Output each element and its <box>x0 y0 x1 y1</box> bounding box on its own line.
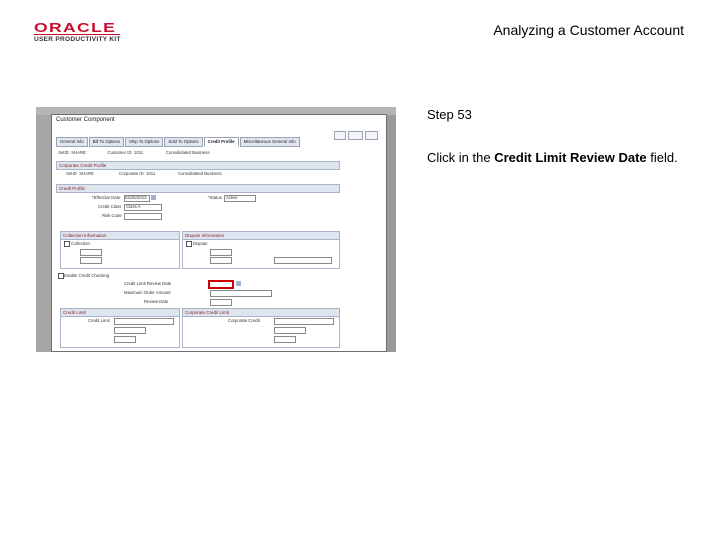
corporate-credit-input[interactable] <box>274 318 334 325</box>
tab-bill-to-options[interactable]: Bill To Options <box>88 137 125 147</box>
collection-section: Collection Information <box>60 231 180 240</box>
calendar-icon[interactable] <box>151 195 156 200</box>
max-order-amount-input[interactable] <box>210 290 272 297</box>
dispute-checkbox[interactable] <box>186 241 192 247</box>
instruction-prefix: Click in the <box>427 150 495 165</box>
credit-limit-input[interactable] <box>114 318 174 325</box>
screenshot-left-nav <box>36 115 52 352</box>
tab-general-info[interactable]: General Info <box>56 137 88 147</box>
credit-profile-section: Credit Profile <box>56 184 340 193</box>
credit-limit-review-date-field[interactable] <box>208 280 234 289</box>
credit-limit-section: Credit Limit <box>60 308 180 317</box>
instruction-text: Click in the Credit Limit Review Date fi… <box>427 149 687 166</box>
page-link[interactable] <box>348 131 364 140</box>
credit-limit-label: Credit Limit <box>88 318 110 323</box>
corporate-row: SetID SHARE Corporate ID 1011 Consolidat… <box>66 171 222 176</box>
review-date-input[interactable] <box>210 299 232 306</box>
tab-misc-general-info[interactable]: Miscellaneous General Info <box>239 137 300 147</box>
page-link[interactable] <box>365 131 378 140</box>
credit-class-label: Credit Class <box>98 204 122 209</box>
credit-class-value: Class A <box>126 204 141 209</box>
tab-ship-to-options[interactable]: Ship To Options <box>125 137 164 147</box>
dispute-date-input[interactable] <box>210 257 232 264</box>
dispute-status-input[interactable] <box>210 249 232 256</box>
instruction-field-name: Credit Limit Review Date <box>494 150 647 165</box>
logo-upk-text: USER PRODUCTIVITY KIT <box>34 36 121 43</box>
component-title: Customer Component <box>56 117 115 123</box>
collection-date-input[interactable] <box>80 257 102 264</box>
page-title: Analyzing a Customer Account <box>493 22 684 38</box>
page-links <box>333 131 378 140</box>
risk-code-select[interactable] <box>124 213 162 220</box>
instruction-suffix: field. <box>646 150 678 165</box>
status-label: *Status <box>208 195 222 200</box>
corporate-credit-label: Corporate Credit <box>228 318 260 323</box>
page-link[interactable] <box>333 131 347 140</box>
effective-date-value: 04/25/2013 <box>125 195 147 200</box>
credit-pct-input[interactable] <box>114 327 146 334</box>
dispute-label: Dispute <box>193 241 208 246</box>
max-order-amount-label: Maximum Order Amount <box>124 290 171 295</box>
review-date-label: Review Date <box>144 299 169 304</box>
risk-code-label: Risk Code <box>102 213 122 218</box>
calendar-icon[interactable] <box>236 281 241 286</box>
credit-limit-review-date-label: Credit Limit Review Date <box>124 281 172 286</box>
status-value: Active <box>226 195 238 200</box>
logo-rule <box>34 34 120 35</box>
setid-row: SetID SHARE Customer ID 1011 Consolidate… <box>58 150 210 155</box>
dispute-amount-input[interactable] <box>274 257 332 264</box>
corporate-limit-section: Corporate Credit Limit <box>182 308 340 317</box>
collection-checkbox[interactable] <box>64 241 70 247</box>
step-label: Step 53 <box>427 107 472 122</box>
component-tabs: General Info Bill To Options Ship To Opt… <box>56 137 300 147</box>
credit-date-input[interactable] <box>114 336 136 343</box>
tab-credit-profile[interactable]: Credit Profile <box>203 137 239 147</box>
dispute-section: Dispute Information <box>182 231 340 240</box>
tab-sold-to-options[interactable]: Sold To Options <box>164 137 203 147</box>
corporate-pct-input[interactable] <box>274 327 306 334</box>
collection-status-input[interactable] <box>80 249 102 256</box>
collection-label: Collection <box>71 241 90 246</box>
corporate-date-input[interactable] <box>274 336 296 343</box>
logo-oracle-text: ORACLE <box>34 20 117 35</box>
oracle-upk-logo: ORACLE USER PRODUCTIVITY KIT <box>34 20 124 43</box>
application-screenshot: Customer Component General Info Bill To … <box>36 107 396 352</box>
corporate-credit-section: Corporate Credit Profile <box>56 161 340 170</box>
enable-credit-checking-label: Enable Credit Checking <box>64 273 110 278</box>
customer-component-panel: Customer Component General Info Bill To … <box>51 114 387 352</box>
effective-date-label: *Effective Date <box>92 195 121 200</box>
